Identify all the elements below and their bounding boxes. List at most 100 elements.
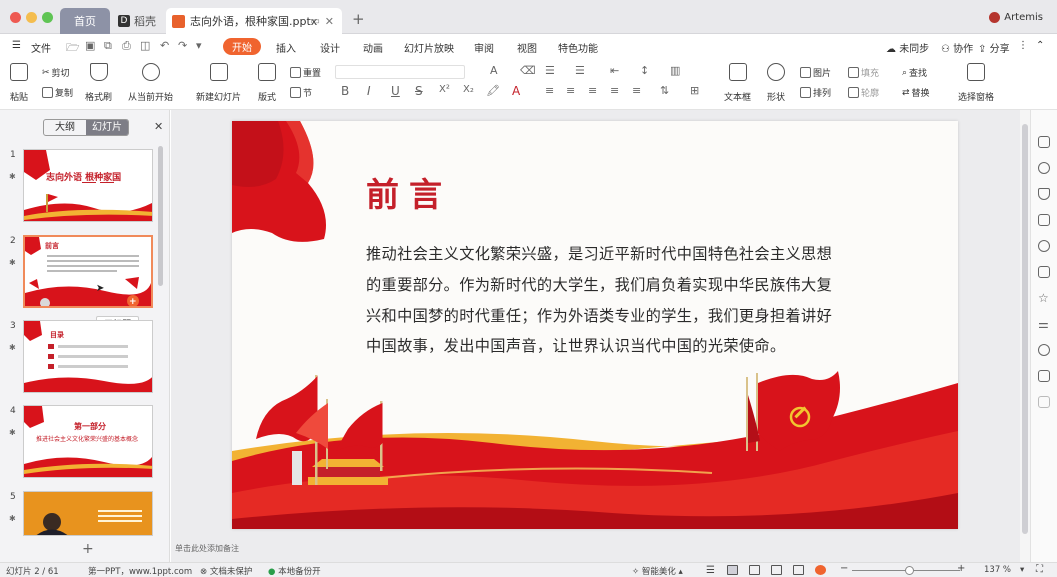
add-slide-button[interactable]: + [82,541,94,557]
object-properties-icon[interactable] [1038,136,1050,148]
quick-access-more-icon[interactable]: ▾ [196,39,202,52]
distribute-icon[interactable]: ≡ [632,84,641,97]
export-icon[interactable]: ⧉ [104,39,112,53]
outline-button[interactable]: 轮廓 [848,86,879,99]
minimize-window-button[interactable] [26,12,37,23]
slide-thumbnail-4[interactable]: 第一部分 推进社会主义文化繁荣兴盛的基本概念 [23,405,153,478]
font-name-combo[interactable] [335,65,465,79]
tab-home[interactable]: 首页 [60,8,110,34]
menu-file[interactable]: 文件 [31,40,51,55]
zoom-in-button[interactable]: + [957,563,965,574]
backup-status[interactable]: ● 本地备份开 [268,565,321,577]
star-icon[interactable]: ☆ [1038,292,1050,304]
indent-icon[interactable]: ⇤ [610,64,619,77]
line-spacing-icon[interactable]: ↕ [640,64,649,77]
replace-button[interactable]: ⇄ 替换 [902,86,930,100]
shield-icon[interactable] [1038,396,1050,408]
undo-icon[interactable]: ↶ [160,39,169,52]
justify-icon[interactable]: ≡ [610,84,619,97]
sorter-view-icon[interactable] [749,565,760,575]
align-left-icon[interactable]: ≡ [545,84,554,97]
history-clock-icon[interactable] [1038,344,1050,356]
zoom-dropdown-icon[interactable]: ▾ [1020,565,1024,575]
canvas-scrollbar[interactable] [1020,110,1030,562]
new-tab-button[interactable]: + [352,10,365,28]
scrollbar-thumb[interactable] [1022,124,1028,534]
notes-placeholder[interactable]: 单击此处添加备注 [175,543,239,554]
arrange-button[interactable]: 排列 [800,86,831,99]
slide-thumbnail-3[interactable]: 目录 [23,320,153,393]
redo-icon[interactable]: ↷ [178,39,187,52]
doc-protection-status[interactable]: ⊗ 文档未保护 [200,565,252,577]
fill-button[interactable]: 填充 [848,66,879,79]
play-slideshow-icon[interactable] [815,565,826,575]
close-window-button[interactable] [10,12,21,23]
text-direction-icon[interactable]: ⇅ [660,84,669,97]
smart-beautify-button[interactable]: ✧ 智能美化 ▴ [632,565,683,577]
menu-view[interactable]: 视图 [517,40,537,55]
slide-body-line-1[interactable]: 推动社会主义文化繁荣兴盛，是习近平新时代中国特色社会主义思想 [366,242,832,264]
font-size-icon[interactable]: A [490,64,498,77]
slide-body-line-4[interactable]: 中国故事，发出中国声音，让世界认识当代中国的光荣使命。 [366,334,786,356]
slide-thumbnail-2[interactable]: 前言 + ➤ [23,235,153,308]
bold-button[interactable]: B [341,84,349,98]
copy-format-icon[interactable] [1038,214,1050,226]
columns-icon[interactable]: ▥ [670,64,680,77]
slide-title[interactable]: 前言 [366,168,452,216]
collab-button[interactable]: ⚇ 协作 [941,40,973,55]
menu-design[interactable]: 设计 [320,40,340,55]
close-tab-icon[interactable]: ✕ [325,15,334,28]
subscript-button[interactable]: X₂ [463,84,474,95]
normal-view-icon[interactable] [727,565,738,575]
layout-button[interactable]: 版式 [258,63,276,103]
slide-body-line-3[interactable]: 兴和中国梦的时代重任；作为外语类专业的学生，我们更身担着讲好 [366,304,832,326]
panel-scrollbar[interactable] [158,146,163,286]
settings-gear-icon[interactable] [1038,240,1050,252]
monitor-icon[interactable]: ▭ [311,16,320,27]
cut-button[interactable]: ✂ 剪切 [42,66,70,80]
close-panel-icon[interactable]: ✕ [154,120,163,133]
fill-bucket-icon[interactable] [1038,188,1050,200]
highlight-icon[interactable]: 🖍 [486,84,500,97]
zoom-level[interactable]: 137 % [984,565,1011,575]
hamburger-icon[interactable]: ☰ [12,40,21,51]
zoom-slider-handle[interactable] [905,566,914,575]
sync-status[interactable]: ☁ 未同步 [886,40,929,55]
share-button[interactable]: ⇪ 分享 [978,40,1010,55]
menu-home-tab[interactable]: 开始 [223,38,261,55]
paste-button[interactable]: 粘贴 [10,63,28,103]
copy-button[interactable]: 复制 [42,86,73,99]
underline-button[interactable]: U [391,84,400,98]
play-from-current-button[interactable]: 从当前开始 [128,63,173,103]
tab-document[interactable]: 志向外语，根种家国.pptx ▭ ✕ [166,8,342,34]
strikethrough-button[interactable]: S [415,84,423,98]
font-size-grow-icon[interactable] [468,65,488,79]
slide-body-line-2[interactable]: 的重要部分。作为新时代的大学生，我们肩负着实现中华民族伟大复 [366,273,832,295]
slide-thumbnail-1[interactable]: 志向外语 根种家国 [23,149,153,222]
tab-docer[interactable]: D 稻壳 [114,8,166,34]
menu-slideshow[interactable]: 幻灯片放映 [404,40,454,55]
collapse-ribbon-icon[interactable]: ⌃ [1036,40,1044,51]
outline-tab[interactable]: 大纲 [44,120,86,135]
reading-view-icon[interactable] [771,565,782,575]
picture-button[interactable]: 图片 [800,66,831,79]
select-pane-button[interactable]: 选择窗格 [958,63,994,103]
bullet-list-icon[interactable]: ☰ [545,64,555,77]
notes-toggle-icon[interactable]: ☰ [706,565,715,576]
shapes-icon[interactable] [1038,162,1050,174]
image-icon[interactable] [1038,370,1050,382]
presenter-view-icon[interactable] [793,565,804,575]
menu-special[interactable]: 特色功能 [558,40,598,55]
open-folder-icon[interactable]: 🗁 [66,39,80,58]
slide-thumbnail-5[interactable] [23,491,153,536]
superscript-button[interactable]: X² [439,84,450,95]
italic-button[interactable]: I [367,84,371,98]
preview-icon[interactable]: ◫ [140,39,150,52]
slides-tab[interactable]: 幻灯片 [86,120,128,135]
reset-button[interactable]: 重置 [290,66,321,79]
align-center-icon[interactable]: ≡ [566,84,575,97]
font-color-icon[interactable]: A [512,84,520,98]
text-align-icon[interactable]: ⊞ [690,84,699,97]
menu-insert[interactable]: 插入 [276,40,296,55]
new-slide-button[interactable]: 新建幻灯片 [196,63,241,103]
